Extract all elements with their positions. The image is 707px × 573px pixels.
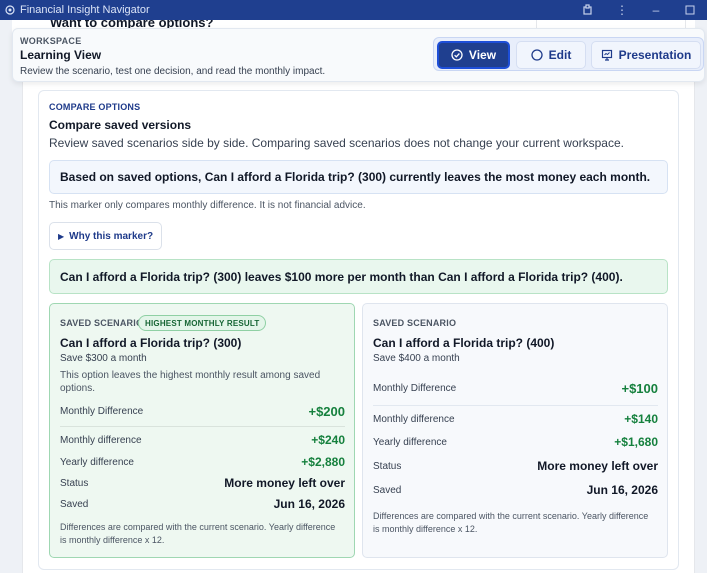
maximize-icon[interactable] — [673, 0, 707, 20]
card-title: Can I afford a Florida trip? (300) — [60, 336, 242, 350]
headline-value: +$100 — [621, 381, 658, 396]
page-description: Review the scenario, test one decision, … — [20, 66, 326, 77]
workspace-header: WORKSPACE Learning View Review the scena… — [12, 28, 705, 82]
page-title: Learning View — [20, 48, 102, 62]
saved-scenario-card: SAVED SCENARIO Can I afford a Florida tr… — [362, 303, 668, 558]
edit-mode-label: Edit — [548, 48, 572, 62]
metric-value: +$1,680 — [614, 435, 658, 449]
card-eyebrow: SAVED SCENARIO — [60, 318, 144, 328]
workspace-eyebrow: WORKSPACE — [20, 36, 82, 46]
metric-value: Jun 16, 2026 — [586, 483, 658, 497]
metric-label: Yearly difference — [60, 457, 134, 468]
metric-row: Yearly difference +$1,680 — [373, 435, 658, 455]
more-options-icon[interactable]: ⋮ — [605, 0, 639, 20]
check-circle-icon — [451, 49, 463, 61]
metric-label: Saved — [373, 485, 402, 496]
metric-label: Status — [373, 461, 402, 472]
card-divider — [373, 405, 658, 406]
edit-mode-button[interactable]: Edit — [516, 41, 586, 69]
headline-value: +$200 — [308, 404, 345, 419]
card-subtitle: Save $400 a month — [373, 353, 460, 364]
metric-row: Status More money left over — [60, 476, 345, 496]
window-titlebar: Financial Insight Navigator ⋮ – — [0, 0, 707, 20]
metric-value: More money left over — [537, 459, 658, 473]
card-footnote: Differences are compared with the curren… — [60, 522, 336, 545]
section-description: Review saved scenarios side by side. Com… — [49, 136, 624, 150]
metric-row: Status More money left over — [373, 459, 658, 479]
highest-result-badge: HIGHEST MONTHLY RESULT — [138, 315, 267, 331]
card-divider — [60, 426, 345, 427]
mode-switcher: View Edit Presentation — [433, 37, 704, 71]
difference-summary: Can I afford a Florida trip? (300) leave… — [49, 259, 668, 294]
why-marker-toggle[interactable]: ▶ Why this marker? — [49, 222, 162, 250]
card-subtitle: Save $300 a month — [60, 353, 147, 364]
metric-value: +$240 — [311, 433, 345, 447]
metric-label: Status — [60, 478, 89, 489]
section-eyebrow: COMPARE OPTIONS — [49, 102, 141, 112]
window-title: Financial Insight Navigator — [20, 4, 150, 16]
why-marker-label: Why this marker? — [69, 230, 154, 242]
disclosure-triangle-icon: ▶ — [58, 231, 65, 241]
metric-row: Saved Jun 16, 2026 — [373, 483, 658, 503]
headline-label: Monthly Difference — [373, 383, 457, 394]
metric-row: Monthly difference +$140 — [373, 412, 658, 432]
headline-row: Monthly Difference +$100 — [373, 381, 658, 401]
presentation-icon — [601, 49, 612, 61]
marker-text: Based on saved options, Can I afford a F… — [60, 170, 651, 184]
presentation-mode-button[interactable]: Presentation — [591, 41, 701, 69]
marker-disclaimer: This marker only compares monthly differ… — [49, 200, 366, 211]
metric-value: +$140 — [624, 412, 658, 426]
minimize-icon[interactable]: – — [639, 0, 673, 20]
metric-label: Monthly difference — [60, 435, 142, 446]
presentation-mode-label: Presentation — [618, 48, 692, 62]
metric-row: Yearly difference +$2,880 — [60, 455, 345, 475]
circle-icon — [531, 49, 543, 61]
extension-icon[interactable] — [571, 0, 605, 20]
difference-text: Can I afford a Florida trip? (300) leave… — [60, 269, 623, 284]
view-mode-label: View — [468, 48, 497, 62]
metric-row: Monthly difference +$240 — [60, 433, 345, 453]
metric-value: Jun 16, 2026 — [273, 497, 345, 511]
best-option-marker: Based on saved options, Can I afford a F… — [49, 160, 668, 194]
headline-row: Monthly Difference +$200 — [60, 404, 345, 424]
metric-value: +$2,880 — [301, 455, 345, 469]
app-logo-icon — [5, 5, 15, 15]
section-title: Compare saved versions — [49, 118, 192, 132]
card-footnote: Differences are compared with the curren… — [373, 511, 649, 534]
headline-label: Monthly Difference — [60, 406, 144, 417]
metric-label: Monthly difference — [373, 414, 455, 425]
card-eyebrow: SAVED SCENARIO — [373, 318, 457, 328]
metric-row: Saved Jun 16, 2026 — [60, 497, 345, 517]
card-title: Can I afford a Florida trip? (400) — [373, 336, 555, 350]
view-mode-button[interactable]: View — [437, 41, 510, 69]
metric-label: Saved — [60, 499, 89, 510]
card-description: This option leaves the highest monthly r… — [60, 370, 321, 394]
metric-label: Yearly difference — [373, 437, 447, 448]
metric-value: More money left over — [224, 476, 345, 490]
saved-scenario-card-best: SAVED SCENARIO HIGHEST MONTHLY RESULT Ca… — [49, 303, 355, 558]
